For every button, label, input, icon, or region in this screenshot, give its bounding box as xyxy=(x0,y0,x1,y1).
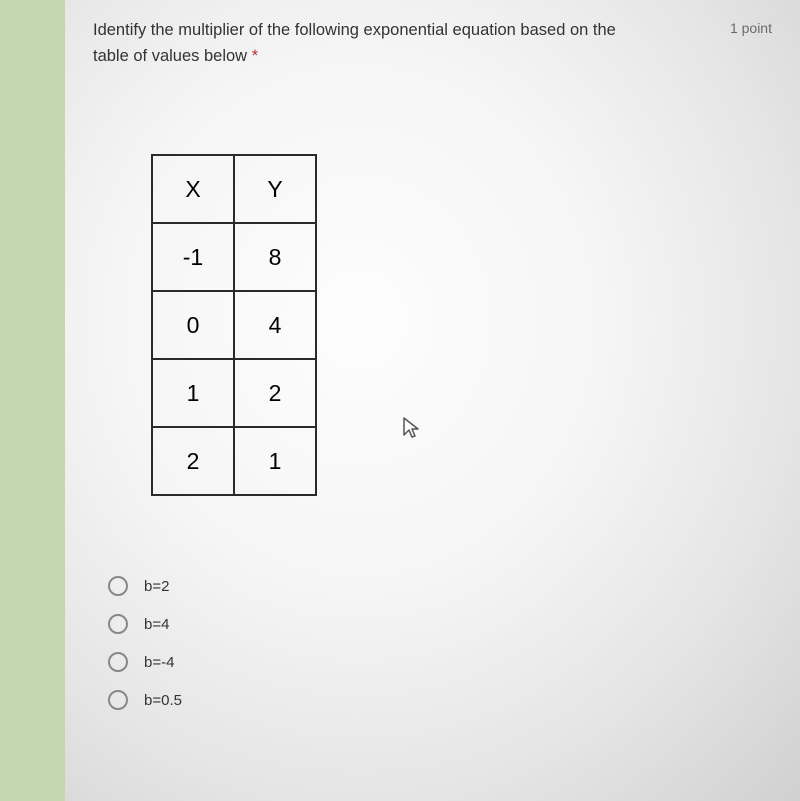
values-table-wrap: X Y -1 8 0 4 1 2 2 1 xyxy=(151,154,772,496)
option-label: b=4 xyxy=(144,616,169,633)
points-label: 1 point xyxy=(730,20,772,36)
answer-options: b=2 b=4 b=-4 b=0.5 xyxy=(108,576,772,710)
radio-icon xyxy=(108,690,128,710)
question-line1: Identify the multiplier of the following… xyxy=(93,21,616,39)
cell-y: 2 xyxy=(234,359,316,427)
radio-icon xyxy=(108,614,128,634)
table-row: 1 2 xyxy=(152,359,316,427)
option-b-0-5[interactable]: b=0.5 xyxy=(108,690,772,710)
table-row: 0 4 xyxy=(152,291,316,359)
form-sidebar xyxy=(0,0,65,801)
cell-x: 1 xyxy=(152,359,234,427)
cell-x: -1 xyxy=(152,223,234,291)
option-b-neg4[interactable]: b=-4 xyxy=(108,652,772,672)
question-text: Identify the multiplier of the following… xyxy=(93,18,616,69)
cell-x: 2 xyxy=(152,427,234,495)
option-b-2[interactable]: b=2 xyxy=(108,576,772,596)
table-row: 2 1 xyxy=(152,427,316,495)
radio-icon xyxy=(108,576,128,596)
option-label: b=0.5 xyxy=(144,692,182,709)
question-card: Identify the multiplier of the following… xyxy=(65,0,800,801)
question-line2: table of values below xyxy=(93,47,252,65)
table-row: -1 8 xyxy=(152,223,316,291)
col-header-y: Y xyxy=(234,155,316,223)
cell-y: 8 xyxy=(234,223,316,291)
option-label: b=-4 xyxy=(144,654,174,671)
cell-x: 0 xyxy=(152,291,234,359)
cell-y: 1 xyxy=(234,427,316,495)
option-b-4[interactable]: b=4 xyxy=(108,614,772,634)
col-header-x: X xyxy=(152,155,234,223)
option-label: b=2 xyxy=(144,578,169,595)
values-table: X Y -1 8 0 4 1 2 2 1 xyxy=(151,154,317,496)
required-marker: * xyxy=(252,47,258,65)
radio-icon xyxy=(108,652,128,672)
cell-y: 4 xyxy=(234,291,316,359)
